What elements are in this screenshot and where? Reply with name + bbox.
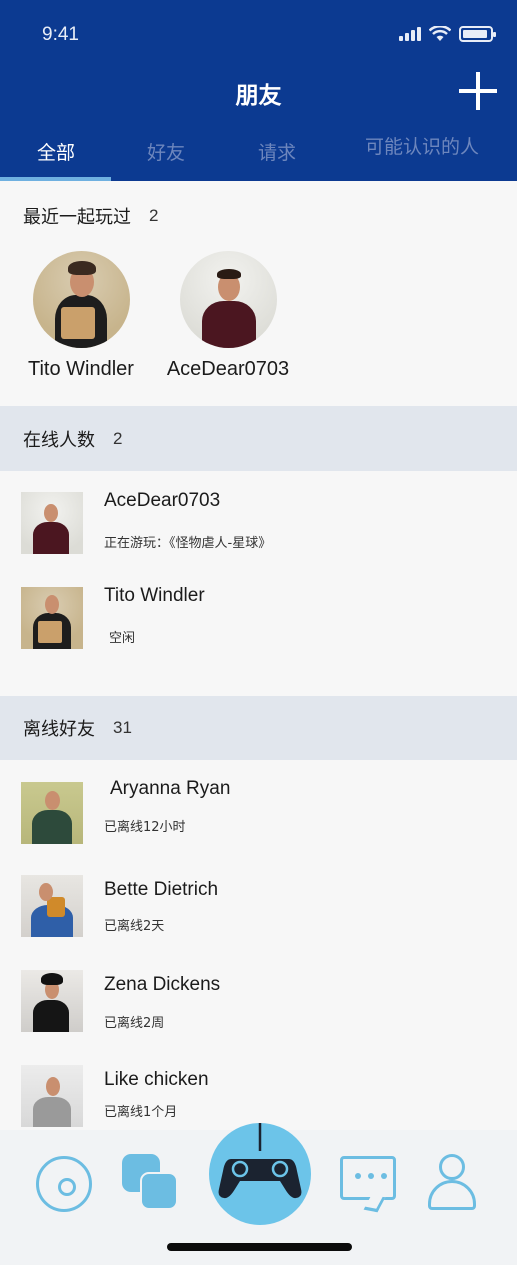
friend-row[interactable]: Bette Dietrich 已离线2天 xyxy=(0,875,517,959)
profile-icon[interactable] xyxy=(426,1154,478,1214)
section-count: 2 xyxy=(113,428,123,448)
friend-name: Zena Dickens xyxy=(104,974,221,995)
tab-people-you-may-know[interactable]: 可能认识的人 xyxy=(365,132,479,159)
friend-status: 已离线2天 xyxy=(104,919,165,934)
recent-player-item[interactable]: Tito Windler xyxy=(21,251,141,381)
friend-status: 正在游玩：《怪物虐人-星球》 xyxy=(104,536,272,551)
friend-name: AceDear0703 xyxy=(104,490,221,511)
home-indicator xyxy=(167,1243,352,1251)
friend-row[interactable]: AceDear0703 正在游玩：《怪物虐人-星球》 xyxy=(0,490,517,570)
friends-icon[interactable] xyxy=(122,1154,182,1214)
offline-section-header: 离线好友 31 xyxy=(0,696,517,760)
friend-row[interactable]: Aryanna Ryan 已离线12小时 xyxy=(0,778,517,858)
signal-icon xyxy=(399,27,421,41)
tab-friends[interactable]: 好友 xyxy=(147,138,185,165)
section-count: 2 xyxy=(149,206,159,225)
avatar xyxy=(21,492,83,554)
recent-played-section: 最近一起玩过 2 Tito Windler AceDear0703 xyxy=(0,181,517,406)
offline-friends-list: Aryanna Ryan 已离线12小时 Bette Dietrich 已离线2… xyxy=(0,760,517,1130)
recent-player-item[interactable]: AceDear0703 xyxy=(166,251,290,381)
friend-status: 已离线12小时 xyxy=(104,820,186,835)
avatar xyxy=(21,970,83,1032)
gamepad-icon[interactable] xyxy=(209,1123,311,1225)
recent-player-name: Tito Windler xyxy=(28,358,134,380)
status-icons xyxy=(399,26,496,42)
tab-all[interactable]: 全部 xyxy=(37,138,75,165)
friend-status: 已离线2周 xyxy=(104,1016,165,1031)
tab-requests[interactable]: 请求 xyxy=(258,138,296,165)
section-header: 最近一起玩过 2 xyxy=(0,181,517,251)
status-time: 9:41 xyxy=(42,24,79,45)
friend-status: 空闲 xyxy=(109,631,136,646)
friend-row[interactable]: Tito Windler 空闲 xyxy=(0,585,517,665)
app-header: 9:41 朋友 全部 好友 请求 可能认识的人 xyxy=(0,0,517,181)
avatar xyxy=(21,587,83,649)
page-title: 朋友 xyxy=(235,83,282,109)
avatar xyxy=(21,1065,83,1127)
avatar xyxy=(21,782,83,844)
online-section-header: 在线人数 2 xyxy=(0,406,517,471)
friend-name: Bette Dietrich xyxy=(104,879,219,900)
section-title: 最近一起玩过 xyxy=(23,207,131,228)
avatar xyxy=(32,251,130,348)
section-title: 离线好友 xyxy=(23,719,95,740)
recent-player-name: AceDear0703 xyxy=(166,358,290,380)
add-friend-button[interactable] xyxy=(457,70,499,112)
disc-icon[interactable] xyxy=(36,1156,92,1212)
friend-name: Like chicken xyxy=(104,1069,209,1090)
tab-bar-top: 全部 好友 请求 可能认识的人 xyxy=(0,130,517,181)
friend-name: Aryanna Ryan xyxy=(110,778,231,799)
online-friends-list: AceDear0703 正在游玩：《怪物虐人-星球》 Tito Windler … xyxy=(0,471,517,696)
avatar xyxy=(21,875,83,937)
section-title: 在线人数 xyxy=(23,429,95,451)
avatar xyxy=(179,251,277,348)
chat-icon[interactable] xyxy=(340,1156,396,1200)
friend-name: Tito Windler xyxy=(104,585,205,606)
battery-icon xyxy=(459,26,496,42)
wifi-icon xyxy=(429,26,451,41)
friend-status: 已离线1个月 xyxy=(104,1105,178,1120)
friend-row[interactable]: Zena Dickens 已离线2周 xyxy=(0,970,517,1054)
section-count: 31 xyxy=(113,718,132,737)
